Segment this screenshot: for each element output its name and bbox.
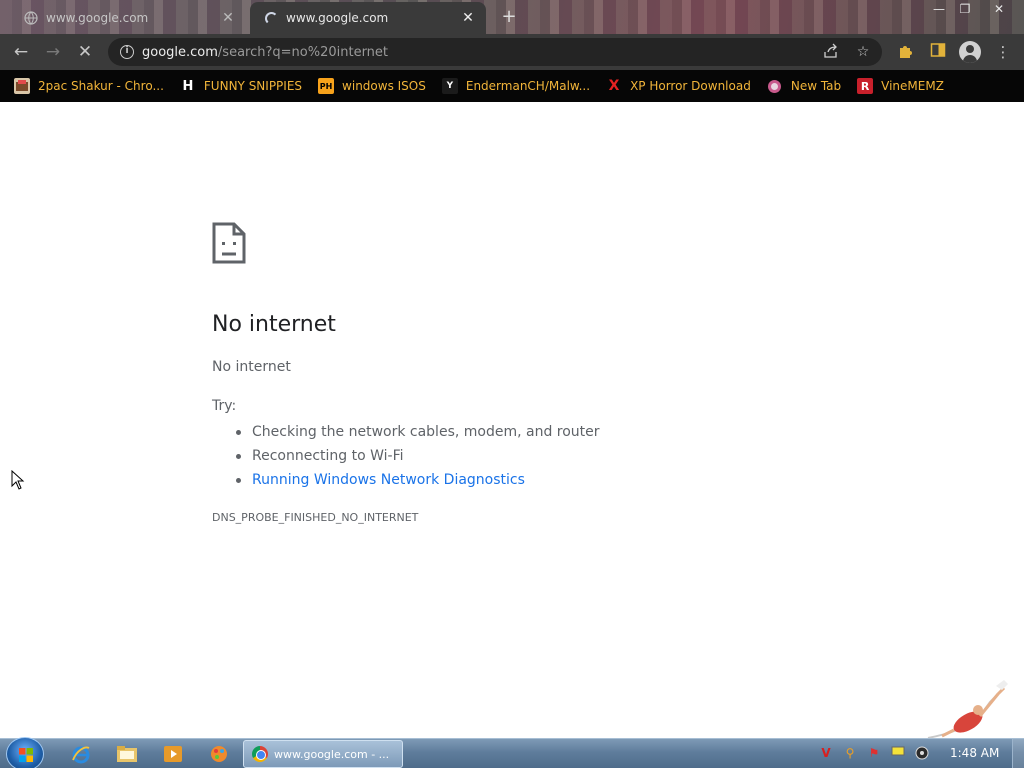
bookmark-item[interactable]: 2pac Shakur - Chro... [14, 78, 164, 94]
bookmark-label: XP Horror Download [630, 79, 751, 93]
tab-close-icon[interactable]: ✕ [460, 10, 476, 26]
bookmark-item[interactable]: H FUNNY SNIPPIES [180, 78, 302, 94]
error-subtitle: No internet [212, 359, 291, 375]
sad-document-icon [212, 222, 246, 264]
show-desktop-button[interactable] [1012, 739, 1024, 768]
restore-icon[interactable]: ❐ [952, 0, 978, 18]
error-heading: No internet [212, 312, 336, 337]
try-label: Try: [212, 398, 237, 414]
url-text[interactable]: google.com/search?q=no%20internet [142, 45, 388, 60]
tab-title: www.google.com [286, 11, 389, 25]
mouse-cursor-icon [11, 470, 25, 490]
system-clock[interactable]: 1:48 AM [950, 746, 999, 760]
paint-app-icon[interactable] [204, 742, 234, 766]
tray-v-icon[interactable]: V [818, 745, 834, 761]
chrome-taskbar-button[interactable]: www.google.com - ... [243, 740, 403, 768]
suggestions-list: Checking the network cables, modem, and … [232, 420, 600, 492]
bookmarks-bar: 2pac Shakur - Chro... H FUNNY SNIPPIES P… [0, 70, 1024, 102]
suggestion-item: Checking the network cables, modem, and … [232, 420, 600, 444]
side-panel-icon[interactable] [928, 42, 948, 62]
bookmark-label: New Tab [790, 79, 842, 93]
forward-arrow-icon[interactable]: → [40, 39, 66, 65]
tab-inactive[interactable]: www.google.com ✕ [10, 2, 246, 34]
tray-battery-icon[interactable] [890, 745, 906, 761]
url-domain: google.com [142, 44, 218, 60]
more-menu-icon[interactable]: ⋮ [993, 42, 1013, 62]
r-favicon-icon: R [857, 78, 874, 94]
minimize-icon[interactable]: — [926, 0, 952, 18]
error-code: DNS_PROBE_FINISHED_NO_INTERNET [212, 511, 419, 524]
tab-active[interactable]: www.google.com ✕ [250, 2, 486, 34]
bookmark-item[interactable]: R VineMEMZ [857, 78, 944, 94]
file-explorer-icon[interactable] [112, 742, 142, 766]
extensions-puzzle-icon[interactable] [896, 42, 916, 62]
url-path: /search?q=no%20internet [217, 44, 389, 60]
bookmark-label: VineMEMZ [881, 79, 944, 93]
windows-flag-icon [19, 748, 33, 762]
taskbar: www.google.com - ... V ⚲ ⚑ 1:48 AM [0, 737, 1024, 768]
browser-toolbar: ← → ✕ i google.com/search?q=no%20interne… [0, 34, 1024, 70]
h-favicon-icon: H [182, 78, 194, 94]
bookmark-label: windows ISOS [342, 79, 426, 93]
media-player-icon[interactable] [158, 742, 188, 766]
start-button[interactable] [6, 737, 44, 768]
error-page: No internet No internet Try: Checking th… [0, 102, 1024, 738]
x-favicon-icon: X [608, 78, 620, 94]
address-bar[interactable]: i google.com/search?q=no%20internet ☆ [108, 38, 882, 66]
task-label: www.google.com - ... [274, 747, 390, 761]
bookmark-label: FUNNY SNIPPIES [203, 79, 303, 93]
loading-spinner-icon [264, 11, 278, 25]
globe-favicon-icon [767, 78, 783, 94]
yp-favicon-icon: Y [441, 78, 458, 94]
2pac-favicon-icon [14, 78, 30, 94]
back-arrow-icon[interactable]: ← [8, 39, 34, 65]
profile-avatar-icon[interactable] [959, 41, 981, 63]
bookmark-label: 2pac Shakur - Chro... [38, 79, 164, 93]
close-window-icon[interactable]: ✕ [986, 0, 1012, 18]
bookmark-star-icon[interactable]: ☆ [854, 43, 872, 61]
tray-flag-icon[interactable]: ⚑ [866, 745, 882, 761]
bookmark-item[interactable]: Y EndermanCH/Malw... [441, 78, 591, 94]
share-icon[interactable] [822, 43, 840, 61]
bookmark-label: EndermanCH/Malw... [465, 79, 591, 93]
info-icon[interactable]: i [120, 45, 134, 59]
globe-icon [24, 11, 38, 25]
tab-strip: www.google.com ✕ www.google.com ✕ + — ❐ … [0, 0, 1024, 34]
stop-loading-icon[interactable]: ✕ [72, 39, 98, 65]
dancer-figure-icon [927, 680, 1008, 739]
bookmark-item[interactable]: X XP Horror Download [606, 78, 751, 94]
bookmark-item[interactable]: PH windows ISOS [318, 78, 426, 94]
network-diagnostics-link[interactable]: Running Windows Network Diagnostics [232, 468, 600, 492]
tray-speaker-icon[interactable] [914, 745, 930, 761]
tray-search-icon[interactable]: ⚲ [842, 745, 858, 761]
new-tab-plus-icon[interactable]: + [497, 7, 521, 27]
internet-explorer-icon[interactable] [66, 742, 96, 766]
suggestion-item: Reconnecting to Wi-Fi [232, 444, 600, 468]
chrome-icon [252, 746, 268, 762]
bookmark-item[interactable]: New Tab [767, 78, 841, 94]
tab-title: www.google.com [46, 11, 149, 25]
ph-favicon-icon: PH [318, 78, 335, 94]
tab-close-icon[interactable]: ✕ [220, 10, 236, 26]
